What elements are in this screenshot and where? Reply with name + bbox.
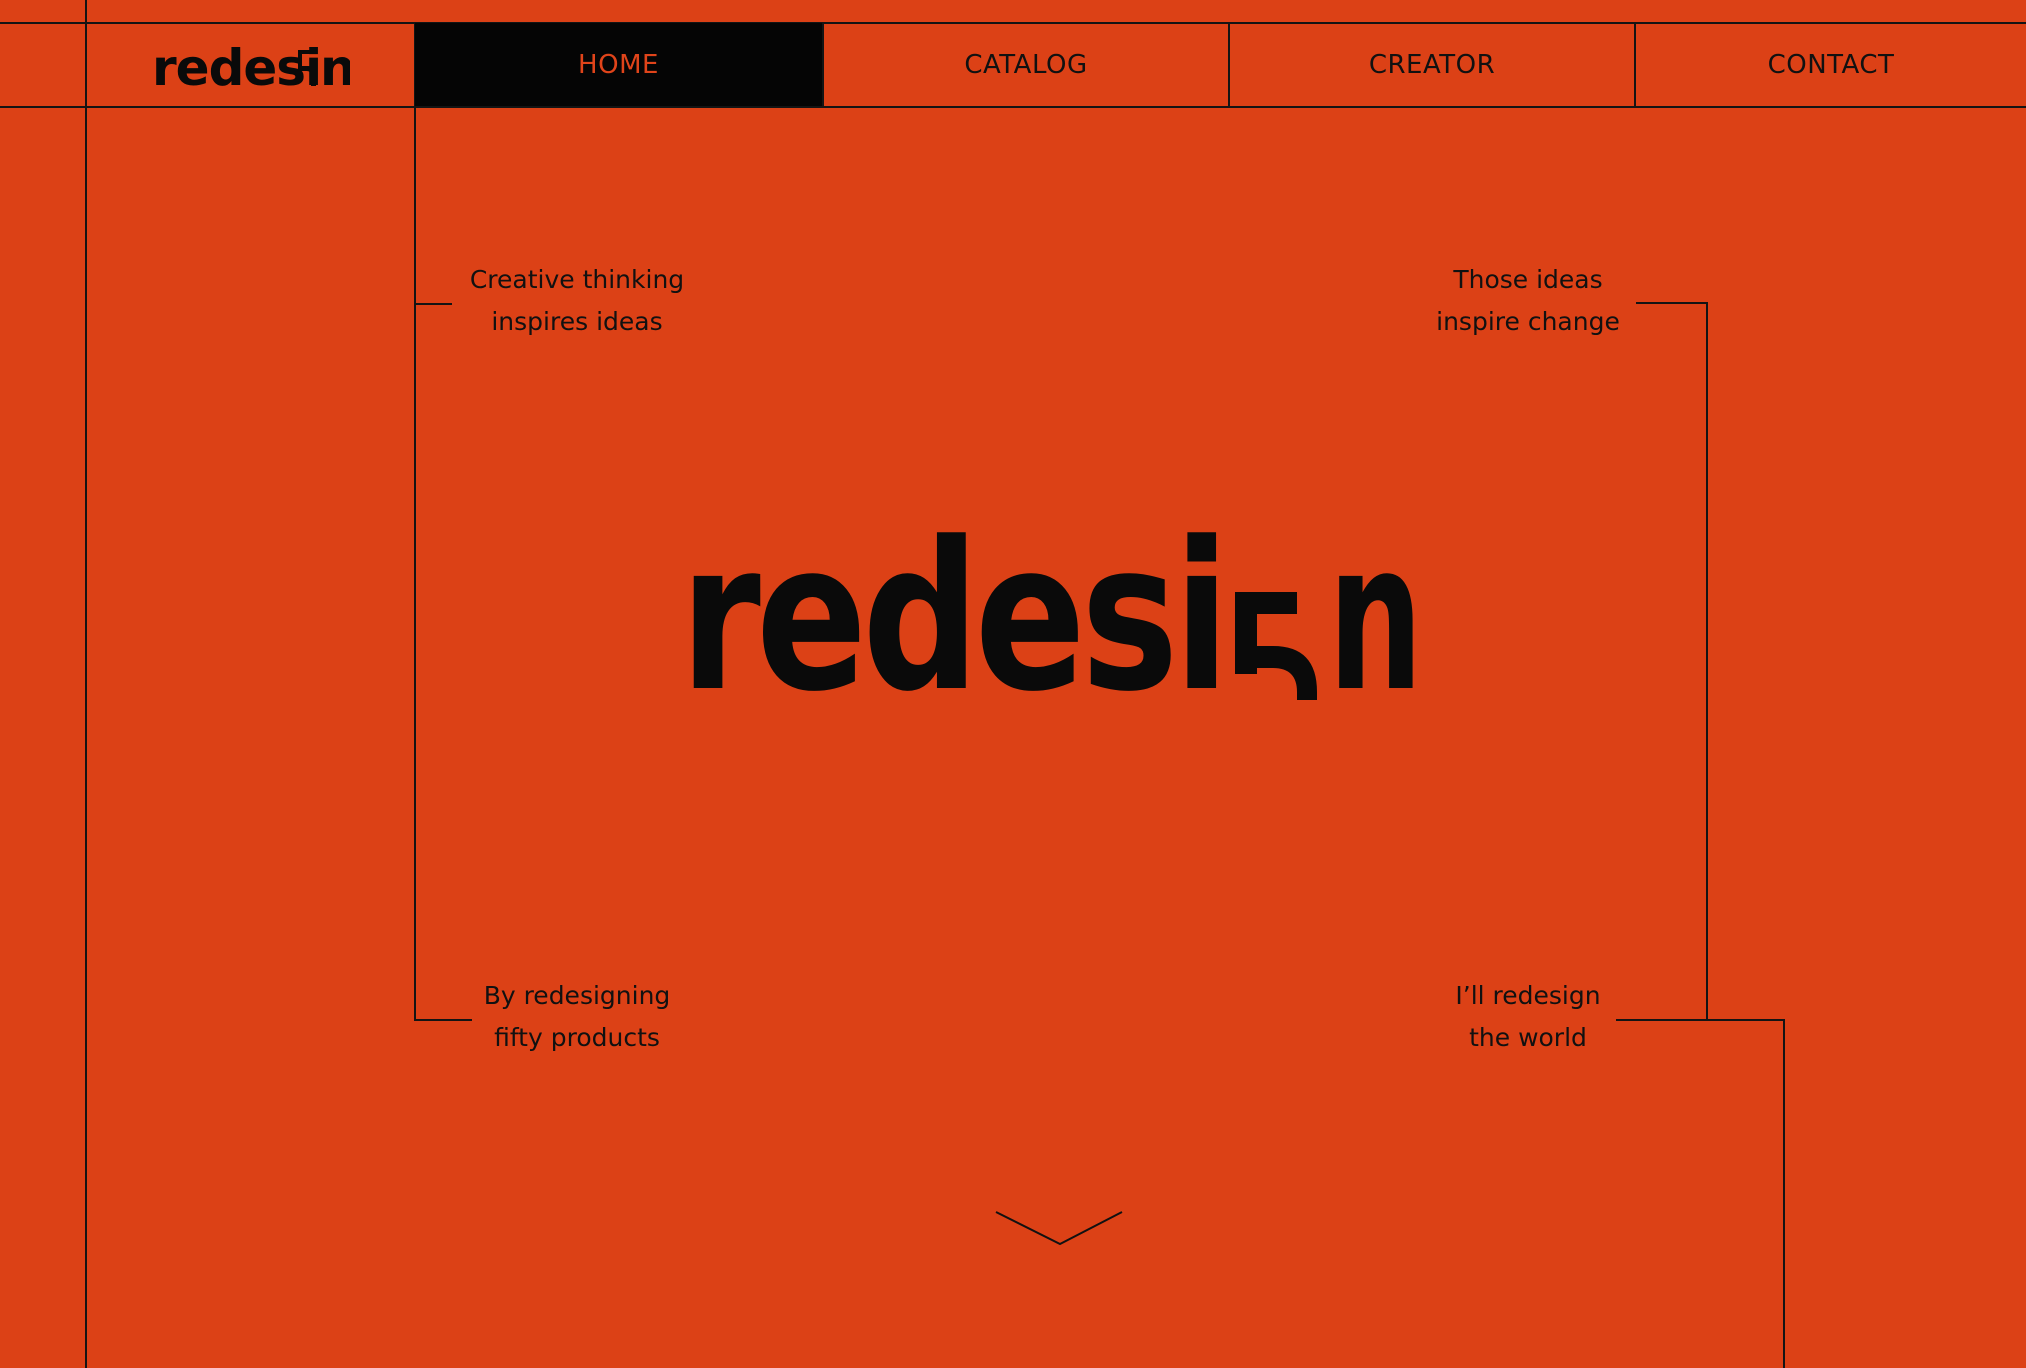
chevron-down-svg: [995, 1211, 1123, 1246]
quote-line: By redesigning: [483, 981, 671, 1010]
quote-bottom-left: By redesigning fifty products: [427, 975, 727, 1059]
nav-item-home[interactable]: HOME: [415, 23, 822, 106]
landing-page: redesi n HOME CATALOG CREATOR CONTACT Cr…: [0, 0, 2026, 1368]
quote-line: I’ll redesign: [1455, 981, 1601, 1010]
brand-wordmark-n: n: [320, 39, 350, 95]
nav-item-label: CONTACT: [1767, 49, 1895, 80]
quote-line: the world: [1469, 1023, 1587, 1052]
nav-item-contact[interactable]: CONTACT: [1636, 22, 2026, 107]
hero-frame-left-line: [414, 22, 416, 1021]
brand-logo[interactable]: redesi n: [86, 22, 414, 107]
quote-top-left: Creative thinking inspires ideas: [427, 259, 727, 343]
nav-item-catalog[interactable]: CATALOG: [824, 22, 1228, 107]
quote-line: fifty products: [494, 1023, 660, 1052]
brand-wordmark: redesi n: [152, 39, 350, 95]
hero-g-glyph: [1235, 592, 1317, 710]
quote-line: inspires ideas: [491, 307, 663, 336]
quote-line: Creative thinking: [469, 265, 685, 294]
nav-item-label: CREATOR: [1368, 49, 1496, 80]
hero-wordmark-text: redesi: [680, 520, 1225, 700]
quote-line: Those ideas: [1453, 265, 1603, 294]
quote-line: inspire change: [1436, 307, 1620, 336]
hero-wordmark-n: n: [1328, 520, 1423, 700]
hero-frame-extension-line: [1783, 1019, 1785, 1368]
chevron-down-icon[interactable]: [994, 1208, 1126, 1248]
hero-wordmark: redesi n: [680, 499, 1430, 737]
hero-wordmark-svg: redesi n: [680, 499, 1423, 737]
nav-item-label: CATALOG: [964, 49, 1088, 80]
brand-wordmark-text: redesi: [152, 39, 321, 95]
nav-item-label: HOME: [578, 49, 659, 80]
hero-frame-right-line: [1706, 302, 1708, 1021]
quote-top-right: Those ideas inspire change: [1378, 259, 1678, 343]
left-grid-line: [85, 0, 87, 1368]
nav-item-creator[interactable]: CREATOR: [1230, 22, 1634, 107]
quote-bottom-right: I’ll redesign the world: [1378, 975, 1678, 1059]
